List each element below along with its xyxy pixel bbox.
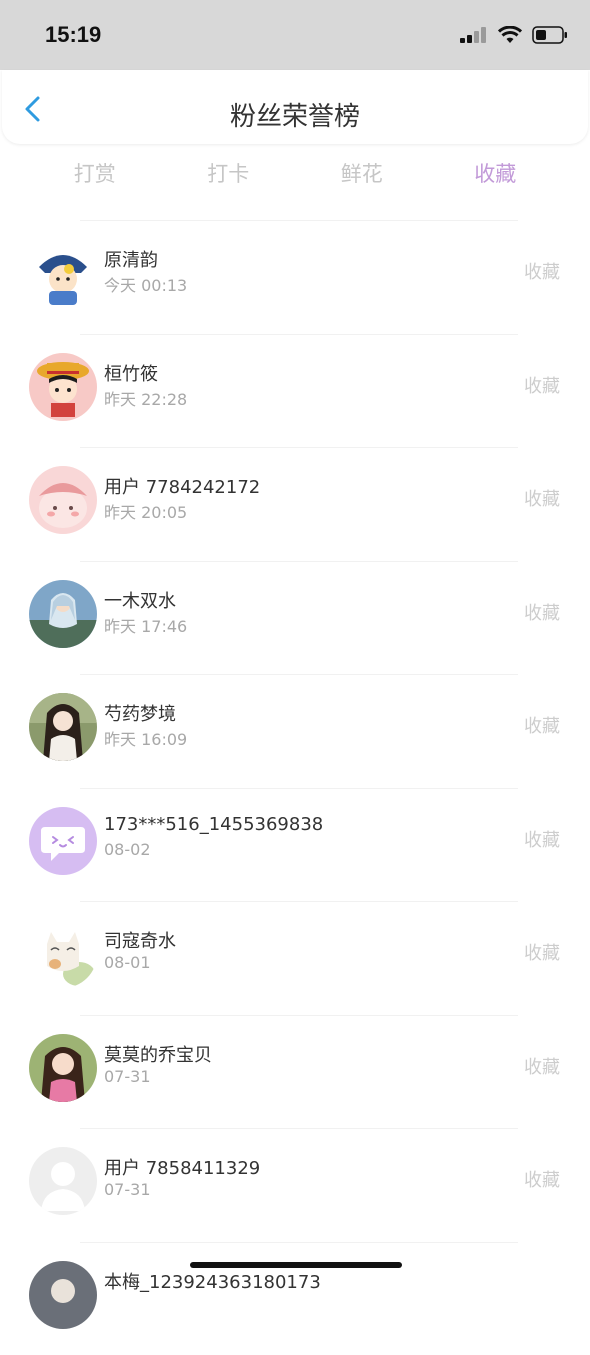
list-item-action: 收藏 [524,372,560,398]
list-item-time: 昨天 20:05 [104,499,187,523]
tab-reward[interactable]: 打赏 [28,158,162,192]
list-item-action: 收藏 [524,1166,560,1192]
list-item[interactable]: 原清韵 今天 00:13 收藏 [0,220,590,334]
status-bar: 15:19 [0,0,590,70]
list-item-time: 昨天 22:28 [104,386,187,410]
list-item-time: 07-31 [104,1180,151,1199]
tab-flowers[interactable]: 鲜花 [295,158,429,192]
list-item-action: 收藏 [524,485,560,511]
divider [80,674,518,675]
list-item[interactable]: 用户 7858411329 07-31 收藏 [0,1128,590,1242]
list-item[interactable]: 桓竹筱 昨天 22:28 收藏 [0,334,590,448]
list-item-action: 收藏 [524,599,560,625]
list-item-name: 用户 7858411329 [104,1154,260,1180]
list-item-action: 收藏 [524,258,560,284]
list-item-time: 07-31 [104,1067,151,1086]
header: 粉丝荣誉榜 [2,70,588,144]
avatar[interactable] [29,239,97,307]
list-item-name: 一木双水 [104,587,176,613]
divider [80,1128,518,1129]
divider [80,1242,518,1243]
divider [80,1015,518,1016]
list-item-name: 芍药梦境 [104,700,176,726]
avatar[interactable] [29,1034,97,1102]
tab-checkin[interactable]: 打卡 [162,158,296,192]
signal-icon [460,27,488,43]
list-item-time: 昨天 16:09 [104,726,187,750]
list-item-name: 本梅_123924363180173 [104,1268,321,1294]
avatar[interactable] [29,920,97,988]
battery-icon [532,26,568,44]
list-item-name: 173***516_1455369838 [104,814,323,835]
avatar[interactable] [29,466,97,534]
list-item[interactable]: 一木双水 昨天 17:46 收藏 [0,561,590,675]
divider [80,220,518,221]
list-item-action: 收藏 [524,1053,560,1079]
avatar[interactable] [29,807,97,875]
list-item-action: 收藏 [524,712,560,738]
list-item[interactable]: 用户 7784242172 昨天 20:05 收藏 [0,447,590,561]
divider [80,901,518,902]
avatar[interactable] [29,1147,97,1215]
list-item-name: 莫莫的乔宝贝 [104,1041,212,1067]
list-item-name: 用户 7784242172 [104,473,260,499]
divider [80,561,518,562]
tab-favorites[interactable]: 收藏 [429,158,563,192]
home-indicator [190,1262,402,1268]
status-icons [460,26,568,44]
tab-bar: 打赏 打卡 鲜花 收藏 [28,158,562,192]
list-item-name: 桓竹筱 [104,360,158,386]
list-item[interactable]: 本梅_123924363180173 [0,1242,590,1355]
avatar[interactable] [29,580,97,648]
list-item-action: 收藏 [524,826,560,852]
divider [80,788,518,789]
avatar[interactable] [29,1261,97,1329]
status-time: 15:19 [45,22,101,48]
avatar[interactable] [29,693,97,761]
avatar[interactable] [29,353,97,421]
divider [80,447,518,448]
list-item-action: 收藏 [524,939,560,965]
list-item[interactable]: 173***516_1455369838 08-02 收藏 [0,788,590,902]
divider [80,334,518,335]
list-item-name: 司寇奇水 [104,927,176,953]
list-item-name: 原清韵 [104,246,158,272]
fan-list: 原清韵 今天 00:13 收藏 桓竹筱 昨天 22:28 收藏 [0,220,590,1355]
list-item-time: 昨天 17:46 [104,613,187,637]
page-title: 粉丝荣誉榜 [2,96,588,133]
wifi-icon [498,26,522,44]
list-item[interactable]: 司寇奇水 08-01 收藏 [0,901,590,1015]
list-item-time: 今天 00:13 [104,272,187,296]
list-item[interactable]: 莫莫的乔宝贝 07-31 收藏 [0,1015,590,1129]
list-item-time: 08-01 [104,953,151,972]
list-item-time: 08-02 [104,840,151,859]
list-item[interactable]: 芍药梦境 昨天 16:09 收藏 [0,674,590,788]
